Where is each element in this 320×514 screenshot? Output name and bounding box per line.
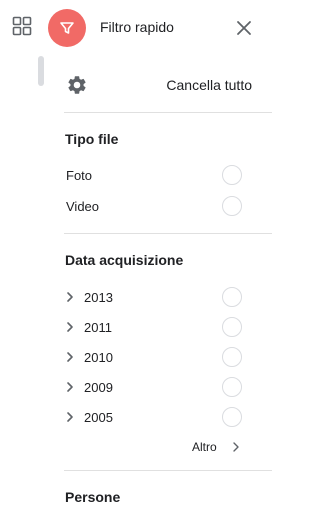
option-year-2005[interactable]: 2005	[48, 403, 278, 431]
option-label: 2005	[84, 410, 113, 425]
close-icon	[237, 21, 251, 35]
chevron-right-icon[interactable]	[64, 321, 76, 333]
chevron-right-icon[interactable]	[64, 411, 76, 423]
option-label: 2011	[84, 320, 112, 335]
option-label: 2013	[84, 290, 113, 305]
clear-all-button[interactable]: Cancella tutto	[166, 77, 252, 93]
option-label: 2010	[84, 350, 113, 365]
radio-button[interactable]	[222, 196, 242, 216]
left-rail	[0, 0, 48, 514]
radio-button[interactable]	[222, 407, 242, 427]
option-label: 2009	[84, 380, 113, 395]
option-year-2013[interactable]: 2013	[48, 283, 278, 311]
radio-button[interactable]	[222, 165, 242, 185]
section-title-people: Persone	[65, 489, 121, 505]
grid-view-icon	[12, 16, 32, 36]
option-year-2010[interactable]: 2010	[48, 343, 278, 371]
gear-icon[interactable]	[66, 74, 88, 96]
chevron-right-icon[interactable]	[64, 291, 76, 303]
filter-funnel-icon	[60, 22, 74, 34]
divider	[64, 233, 272, 234]
more-button[interactable]: Altro	[168, 436, 248, 458]
panel-header: Filtro rapido	[48, 0, 278, 56]
quick-filter-panel: Filtro rapido Cancella tutto Tipo file F…	[48, 0, 278, 514]
divider	[64, 112, 272, 113]
radio-button[interactable]	[222, 347, 242, 367]
radio-button[interactable]	[222, 377, 242, 397]
panel-title: Filtro rapido	[100, 19, 174, 35]
radio-button[interactable]	[222, 287, 242, 307]
option-year-2009[interactable]: 2009	[48, 373, 278, 401]
grid-view-button[interactable]	[4, 8, 40, 44]
settings-row: Cancella tutto	[48, 70, 278, 100]
filter-badge	[48, 9, 86, 47]
option-label: Foto	[66, 168, 93, 183]
scrollbar-thumb[interactable]	[38, 56, 44, 86]
section-title-file-type: Tipo file	[65, 131, 119, 147]
option-video[interactable]: Video	[48, 192, 278, 220]
option-label: Video	[66, 199, 100, 214]
radio-button[interactable]	[222, 317, 242, 337]
more-label: Altro	[192, 440, 217, 454]
section-title-capture-date: Data acquisizione	[65, 252, 184, 268]
option-year-2011[interactable]: 2011	[48, 313, 278, 341]
close-button[interactable]	[232, 16, 256, 40]
chevron-right-icon[interactable]	[64, 381, 76, 393]
chevron-right-icon	[233, 442, 239, 452]
chevron-right-icon[interactable]	[64, 351, 76, 363]
divider	[64, 470, 272, 471]
option-foto[interactable]: Foto	[48, 161, 278, 189]
